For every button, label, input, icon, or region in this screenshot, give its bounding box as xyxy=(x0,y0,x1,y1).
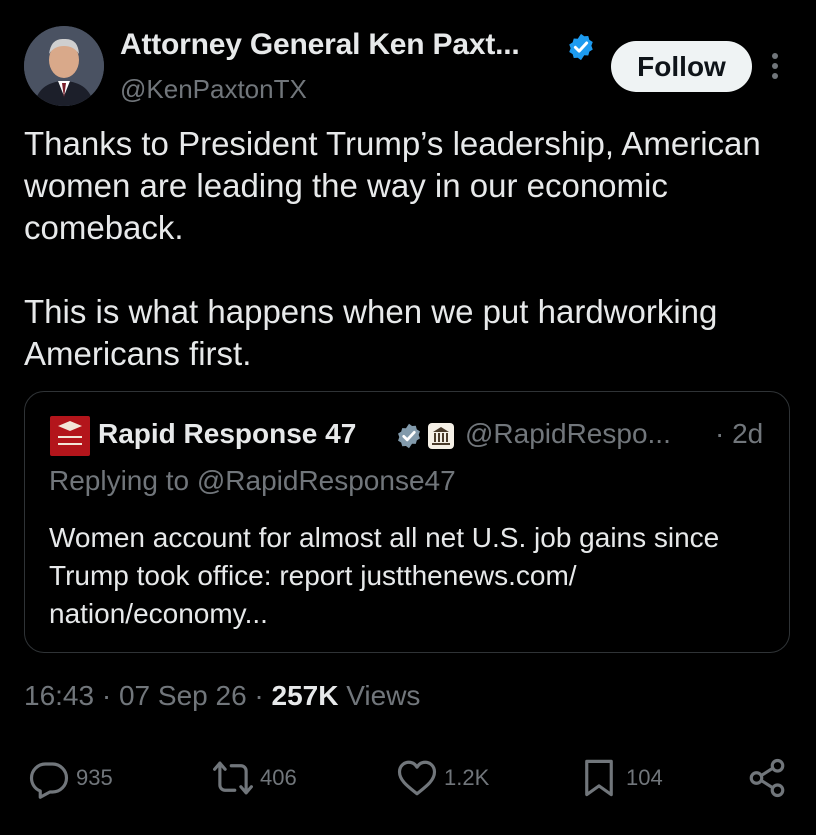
verified-badge-icon xyxy=(569,33,593,61)
quote-text: Women account for almost all net U.S. jo… xyxy=(49,522,720,629)
reply-icon xyxy=(29,762,69,799)
white-house-badge-icon xyxy=(428,423,454,449)
repost-count: 406 xyxy=(260,765,297,790)
meta-separator: · xyxy=(254,680,264,711)
avatar-portrait xyxy=(24,26,104,106)
tweet-date[interactable]: 07 Sep 26 xyxy=(119,680,247,711)
repost-button[interactable]: 406 xyxy=(212,754,297,802)
quote-author-name[interactable]: Rapid Response 47 xyxy=(98,418,356,450)
like-count: 1.2K xyxy=(444,765,490,790)
tweet-meta: 16:43 · 07 Sep 26 · 257K Views xyxy=(24,680,420,712)
share-icon xyxy=(749,758,785,798)
avatar[interactable] xyxy=(24,26,104,106)
more-options-icon[interactable] xyxy=(764,48,786,84)
author-name[interactable]: Attorney General Ken Paxt... xyxy=(120,28,520,62)
tweet-paragraph-1: Thanks to President Trump’s leadership, … xyxy=(24,125,761,246)
bookmark-button[interactable]: 104 xyxy=(578,754,663,802)
share-button[interactable] xyxy=(746,754,788,802)
tweet-time[interactable]: 16:43 xyxy=(24,680,94,711)
meta-separator: · xyxy=(101,680,112,711)
quote-author-handle[interactable]: @RapidRespo... xyxy=(465,418,671,450)
reply-count: 935 xyxy=(76,765,113,790)
repost-icon xyxy=(213,761,253,795)
rapid-response-logo-icon xyxy=(50,416,90,456)
quote-timestamp[interactable]: · 2d xyxy=(715,418,763,450)
like-button[interactable]: 1.2K xyxy=(396,754,489,802)
heart-icon xyxy=(397,760,437,796)
bookmark-count: 104 xyxy=(626,765,663,790)
quote-tweet-card[interactable]: Rapid Response 47 @RapidRespo... · 2d Re… xyxy=(24,391,790,653)
replying-to-label: Replying to @RapidResponse47 xyxy=(49,465,456,496)
tweet-text: Thanks to President Trump’s leadership, … xyxy=(24,123,784,375)
tweet-paragraph-2: This is what happens when we put hardwor… xyxy=(24,293,718,372)
follow-button[interactable]: Follow xyxy=(611,41,752,92)
bookmark-icon xyxy=(585,759,613,797)
reply-button[interactable]: 935 xyxy=(28,754,113,802)
author-handle[interactable]: @KenPaxtonTX xyxy=(120,74,307,105)
gray-verified-badge-icon xyxy=(398,423,420,449)
views-count: 257K xyxy=(271,680,339,711)
views-label: Views xyxy=(346,680,421,711)
